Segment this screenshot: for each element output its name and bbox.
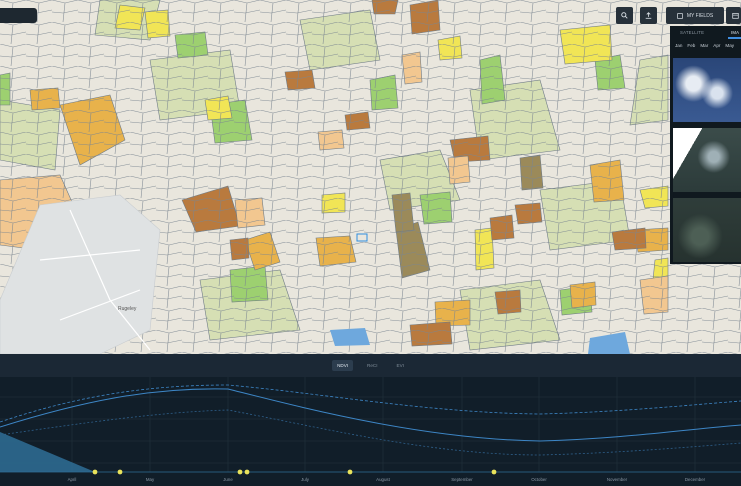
month-label-october: October bbox=[531, 477, 547, 482]
index-chart-area: NDVI ReCI EVI April May June July August… bbox=[0, 354, 741, 486]
left-control-pill[interactable] bbox=[0, 8, 37, 23]
month-label-june: June bbox=[223, 477, 233, 482]
index-evi[interactable]: EVI bbox=[392, 360, 409, 371]
index-reci[interactable]: ReCI bbox=[362, 360, 382, 371]
month-apr[interactable]: Apr bbox=[713, 43, 720, 53]
place-label-rugeley: Rugeley bbox=[118, 306, 137, 312]
month-label-august: August bbox=[376, 477, 390, 482]
calendar-button[interactable] bbox=[726, 7, 741, 24]
month-label-november: November bbox=[607, 477, 628, 482]
index-ndvi[interactable]: NDVI bbox=[332, 360, 354, 371]
month-jan[interactable]: Jan bbox=[675, 43, 682, 53]
month-label-april: April bbox=[68, 477, 77, 482]
ndvi-upper-curve bbox=[0, 384, 741, 423]
search-icon bbox=[621, 12, 628, 19]
observation-marker[interactable] bbox=[237, 469, 243, 475]
month-label-december: December bbox=[685, 477, 706, 482]
observation-marker[interactable] bbox=[347, 469, 353, 475]
month-label-july: July bbox=[301, 477, 310, 482]
field-map[interactable]: Rugeley bbox=[0, 0, 741, 354]
observation-marker[interactable] bbox=[491, 469, 497, 475]
observation-marker[interactable] bbox=[117, 469, 123, 475]
month-may[interactable]: May bbox=[725, 43, 734, 53]
month-feb[interactable]: Feb bbox=[687, 43, 695, 53]
month-filter: Jan Feb Mar Apr May bbox=[670, 43, 741, 53]
my-fields-button[interactable]: MY FIELDS bbox=[666, 7, 724, 24]
ndvi-lower-curve bbox=[0, 409, 741, 456]
search-button[interactable] bbox=[616, 7, 633, 24]
ndvi-timeline-chart[interactable]: April May June July August September Oct… bbox=[0, 377, 741, 486]
history-area bbox=[0, 432, 95, 472]
index-selector: NDVI ReCI EVI bbox=[0, 354, 741, 377]
observation-marker[interactable] bbox=[244, 469, 250, 475]
upload-icon bbox=[645, 12, 652, 19]
imagery-panel: SATELLITE IMA Jan Feb Mar Apr May bbox=[670, 26, 741, 264]
upload-button[interactable] bbox=[640, 7, 657, 24]
calendar-icon bbox=[732, 13, 739, 19]
observation-marker[interactable] bbox=[92, 469, 98, 475]
satellite-thumbnail-1[interactable] bbox=[673, 58, 741, 122]
ndvi-curve bbox=[0, 388, 741, 442]
active-tab-indicator bbox=[728, 37, 741, 39]
fields-icon bbox=[677, 12, 683, 19]
satellite-thumbnail-3[interactable] bbox=[673, 198, 741, 262]
month-label-may: May bbox=[146, 477, 155, 482]
tab-satellite[interactable]: SATELLITE bbox=[680, 26, 704, 38]
month-label-september: September bbox=[451, 477, 473, 482]
month-mar[interactable]: Mar bbox=[700, 43, 708, 53]
satellite-thumbnail-2[interactable] bbox=[673, 128, 741, 192]
my-fields-label: MY FIELDS bbox=[686, 12, 714, 19]
